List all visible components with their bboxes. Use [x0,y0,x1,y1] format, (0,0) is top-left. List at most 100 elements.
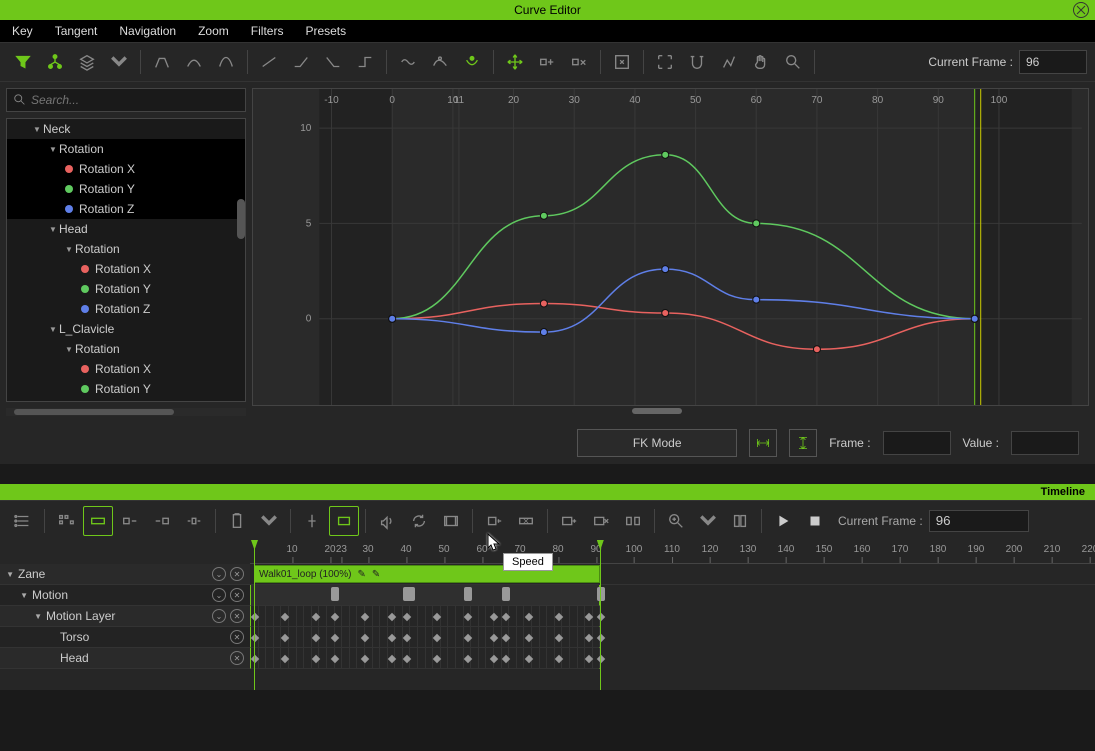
snap-button[interactable] [682,47,712,77]
track-delete-icon[interactable]: ✕ [230,630,244,644]
hierarchy-tree[interactable]: ▼Neck▼RotationRotation XRotation YRotati… [6,118,246,402]
tree-row[interactable]: Rotation Y [7,179,245,199]
normalize-button[interactable] [714,47,744,77]
zoom-dropdown[interactable] [693,506,723,536]
track-caret-icon[interactable]: ▼ [6,570,14,579]
speed-button[interactable] [511,506,541,536]
tangent-step-button[interactable] [350,47,380,77]
clip-edit-icon[interactable]: ✎ [357,569,365,580]
filter-icon-button[interactable] [8,47,38,77]
track-lane[interactable] [250,627,600,648]
track-lane[interactable] [250,585,600,606]
tree-row[interactable]: ▼Rotation [7,339,245,359]
track-header[interactable]: ▼Zane⌄✕ [0,564,250,585]
tree-caret-icon[interactable]: ▼ [49,225,59,234]
slice-button[interactable] [297,506,327,536]
track-delete-icon[interactable]: ✕ [230,609,244,623]
tree-row[interactable]: Rotation X [7,359,245,379]
play-button[interactable] [768,506,798,536]
track-caret-icon[interactable]: ▼ [6,591,28,600]
track-delete-icon[interactable]: ✕ [230,588,244,602]
timeline-playhead[interactable] [600,540,601,690]
keyframe[interactable] [331,587,339,601]
track-delete-icon[interactable]: ✕ [230,567,244,581]
track-lane[interactable] [250,606,600,627]
tangent-auto-button[interactable] [147,47,177,77]
tree-hscroll-thumb[interactable] [14,409,174,415]
tangent-spline-button[interactable] [179,47,209,77]
add-key-button[interactable] [532,47,562,77]
audio-button[interactable] [372,506,402,536]
tool-dropdown-button[interactable] [104,47,134,77]
track-header[interactable]: ▼Motion Layer⌄✕ [0,606,250,627]
menu-navigation[interactable]: Navigation [119,24,176,38]
ripple-button[interactable] [83,506,113,536]
keyframe[interactable] [407,587,415,601]
search-input[interactable] [31,93,239,107]
search-box[interactable] [6,88,246,112]
clipboard-dropdown[interactable] [254,506,284,536]
tangent-linear-button[interactable] [254,47,284,77]
tree-row[interactable]: Rotation Y [7,279,245,299]
range-button[interactable] [329,506,359,536]
menu-presets[interactable]: Presets [305,24,346,38]
remove-key-button[interactable] [564,47,594,77]
menu-zoom[interactable]: Zoom [198,24,229,38]
frame-input[interactable] [883,431,951,455]
track-lane[interactable]: Walk01_loop (100%)✎✎ [250,564,1095,585]
keyframe[interactable] [597,587,605,601]
frame-all-button[interactable] [607,47,637,77]
snap-ripple-button[interactable] [115,506,145,536]
clipboard-button[interactable] [222,506,252,536]
expand-horizontal-button[interactable] [749,429,777,457]
keyframe[interactable] [464,587,472,601]
track-header[interactable]: ▼Motion⌄✕ [0,585,250,606]
track-header[interactable]: Head✕ [0,648,250,669]
stop-button[interactable] [800,506,830,536]
track-lane[interactable] [250,648,600,669]
timeline-frame-input[interactable] [929,510,1029,532]
tree-vscroll-thumb[interactable] [237,199,245,239]
tree-row[interactable]: Rotation X [7,159,245,179]
track-header[interactable]: Torso✕ [0,627,250,648]
tree-row[interactable]: ▼Rotation [7,139,245,159]
expand-vertical-button[interactable] [789,429,817,457]
tree-row[interactable]: Rotation Z [7,299,245,319]
tangent-flat-button[interactable] [393,47,423,77]
tree-row[interactable]: ▼Rotation [7,239,245,259]
graph-hscroll-thumb[interactable] [632,408,682,414]
current-frame-input[interactable] [1019,50,1087,74]
timeline-start-marker[interactable] [254,540,255,690]
value-input[interactable] [1011,431,1079,455]
tree-hscroll[interactable] [6,408,246,416]
menu-tangent[interactable]: Tangent [55,24,98,38]
add-track-button[interactable] [554,506,584,536]
track-delete-icon[interactable]: ✕ [230,651,244,665]
clip-edit-icon[interactable]: ✎ [372,569,380,580]
track-visibility-icon[interactable]: ⌄ [212,567,226,581]
tree-caret-icon[interactable]: ▼ [49,325,59,334]
sync-button[interactable] [404,506,434,536]
tangent-clamped-button[interactable] [211,47,241,77]
track-visibility-icon[interactable]: ⌄ [212,588,226,602]
zoom-button[interactable] [778,47,808,77]
list-button[interactable] [8,506,38,536]
loop-in-button[interactable] [479,506,509,536]
tree-row[interactable]: ▼Neck [7,119,245,139]
fk-mode-button[interactable]: FK Mode [577,429,737,457]
close-button[interactable] [1073,2,1089,18]
video-button[interactable] [436,506,466,536]
pan-button[interactable] [746,47,776,77]
tree-caret-icon[interactable]: ▼ [65,245,75,254]
fit-button[interactable] [725,506,755,536]
dopesheet-button[interactable] [51,506,81,536]
marker-button[interactable] [618,506,648,536]
graph-hscroll[interactable] [252,406,1089,416]
snap-ripple-both-button[interactable] [179,506,209,536]
keyframe[interactable] [502,587,510,601]
snap-ripple-left-button[interactable] [147,506,177,536]
move-tool-button[interactable] [500,47,530,77]
menu-key[interactable]: Key [12,24,33,38]
hierarchy-icon-button[interactable] [40,47,70,77]
tree-row[interactable]: Rotation Z [7,199,245,219]
